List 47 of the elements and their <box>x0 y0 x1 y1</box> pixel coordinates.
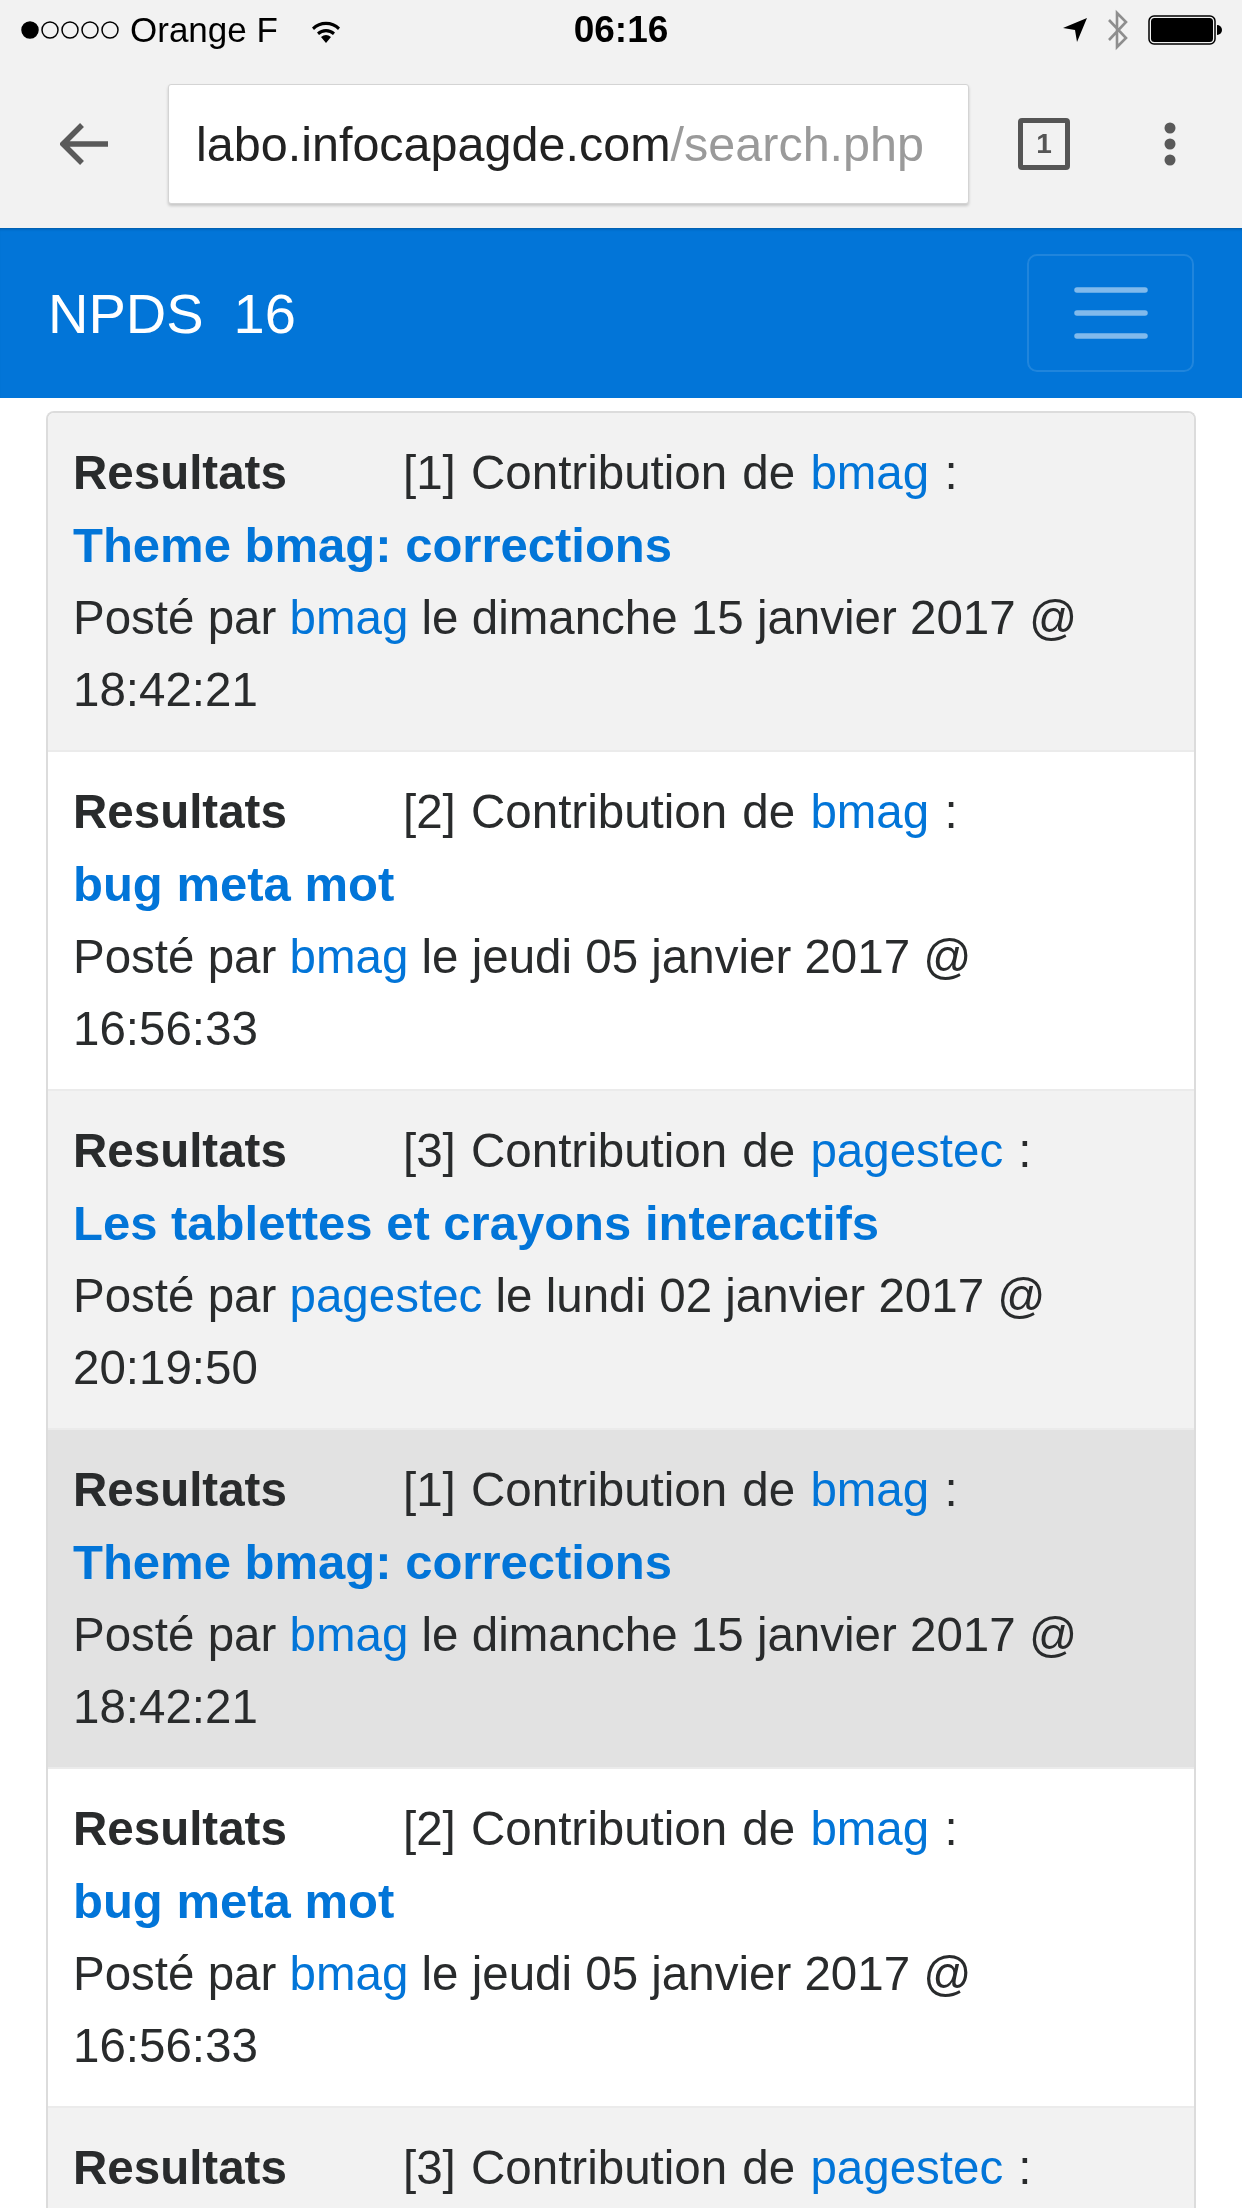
brand-version[interactable]: 16 <box>233 280 296 346</box>
battery-icon <box>1148 15 1222 45</box>
contribution-heading: [2] Contribution de bmag : <box>403 785 958 838</box>
poster-link[interactable]: bmag <box>289 1947 409 2000</box>
contribution-heading: [2] Contribution de bmag : <box>403 1802 958 1855</box>
result-label: Resultats <box>73 1123 288 1179</box>
author-link[interactable]: bmag <box>810 446 930 499</box>
clock-time: 06:16 <box>573 9 669 51</box>
post-title-link[interactable]: Theme bmag: corrections <box>73 518 673 572</box>
posted-by-text: Posté par bmag le jeudi 05 janvier 2017 @ 16:56:33 <box>73 1946 973 2074</box>
result-label: Resultats <box>73 1801 288 1857</box>
menu-icon <box>1073 287 1148 339</box>
posted-by-text: Posté par bmag le dimanche 15 janvier 2017 @ 18:42:21 <box>73 590 1079 718</box>
poster-link[interactable]: pagestec <box>289 1269 483 1322</box>
posted-by-text: Posté par pagestec le lundi 02 janvier 2017 @ 20:19:50 <box>73 1268 1047 1396</box>
carrier-name: Orange F <box>130 10 278 50</box>
result-label: Resultats <box>73 445 288 501</box>
author-link[interactable]: pagestec <box>810 2141 1004 2194</box>
poster-link[interactable]: bmag <box>289 1608 409 1661</box>
url-field[interactable]: labo.infocapagde.com/search.php <box>168 84 969 204</box>
brand-name[interactable]: NPDS <box>48 280 204 346</box>
post-title-link[interactable]: Theme bmag: corrections <box>73 1535 673 1589</box>
author-link[interactable]: bmag <box>810 785 930 838</box>
location-arrow-icon <box>1062 17 1088 43</box>
author-link[interactable]: pagestec <box>810 1124 1004 1177</box>
menu-toggle-button[interactable] <box>1027 254 1194 372</box>
contribution-heading: [1] Contribution de bmag : <box>403 446 958 499</box>
poster-link[interactable]: bmag <box>289 591 409 644</box>
post-title-link[interactable]: bug meta mot <box>73 1874 395 1928</box>
posted-by-text: Posté par bmag le dimanche 15 janvier 2017 @ 18:42:21 <box>73 1607 1079 1735</box>
result-label: Resultats <box>73 1462 288 1518</box>
signal-icon <box>20 20 120 40</box>
bluetooth-icon <box>1106 9 1130 51</box>
poster-link[interactable]: bmag <box>289 930 409 983</box>
contribution-heading: [3] Contribution de pagestec : <box>403 2141 1032 2194</box>
more-options-icon[interactable] <box>1163 122 1177 166</box>
tab-count-button[interactable]: 1 <box>1018 118 1070 170</box>
post-title-link[interactable]: Les tablettes et crayons interactifs <box>73 1196 880 1250</box>
author-link[interactable]: bmag <box>810 1463 930 1516</box>
back-arrow-icon[interactable] <box>60 122 110 166</box>
contribution-heading: [1] Contribution de bmag : <box>403 1463 958 1516</box>
author-link[interactable]: bmag <box>810 1802 930 1855</box>
result-label: Resultats <box>73 2140 288 2196</box>
post-title-link[interactable]: bug meta mot <box>73 857 395 911</box>
contribution-heading: [3] Contribution de pagestec : <box>403 1124 1032 1177</box>
result-label: Resultats <box>73 784 288 840</box>
posted-by-text: Posté par bmag le jeudi 05 janvier 2017 @ 16:56:33 <box>73 929 973 1057</box>
